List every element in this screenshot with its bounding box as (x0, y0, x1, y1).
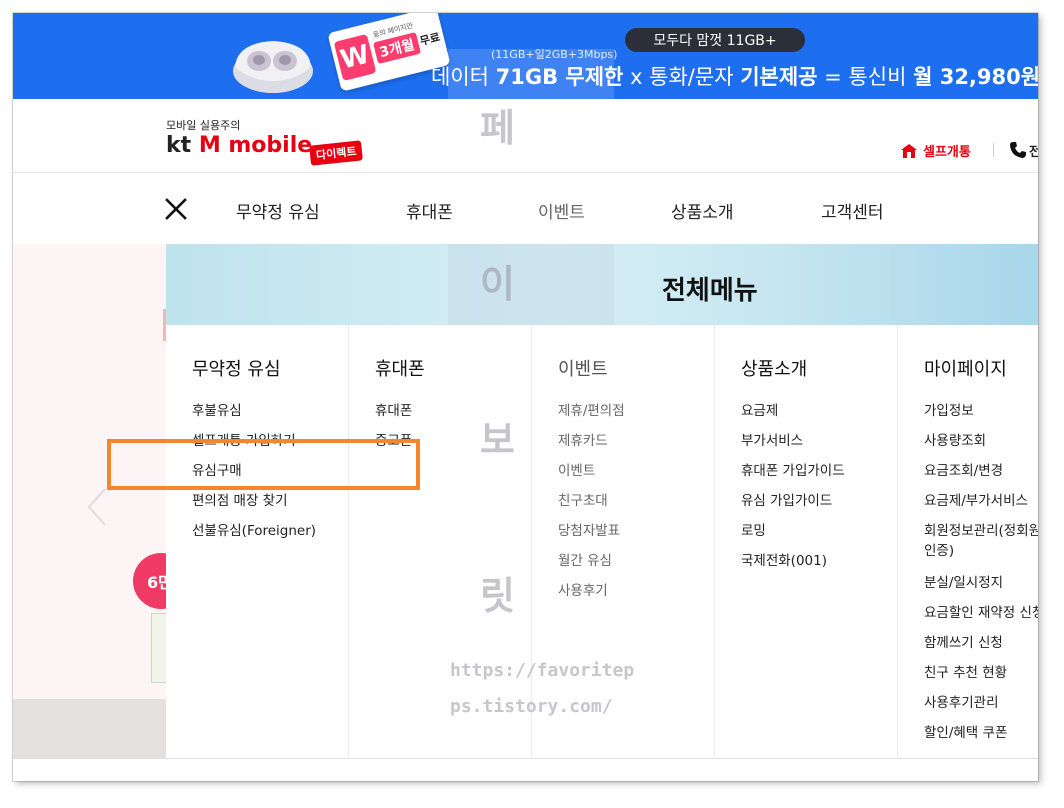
banner-headline: 데이터 71GB 무제한 x 통화/문자 기본제공 = 통신비 월 32,980… (431, 61, 1038, 91)
menu-link[interactable]: 친구 추천 현황 (924, 661, 1007, 681)
watermark-block (448, 244, 614, 325)
self-open-link[interactable]: 셀프개통 (901, 141, 971, 160)
menu-link[interactable]: 휴대폰 가입가이드 (741, 459, 845, 479)
banner-headline-data: 71GB 무제한 (495, 65, 624, 89)
chevron-left-icon[interactable] (85, 483, 109, 531)
menu-link[interactable]: 유심 가입가이드 (741, 489, 832, 509)
promo-card-free: 무료 (418, 30, 442, 49)
highlight-box (107, 439, 420, 490)
menu-link[interactable]: 월간 유심 (558, 549, 612, 569)
phone-label: 전 (1029, 145, 1038, 160)
menu-link[interactable]: 부가서비스 (741, 429, 803, 449)
watermark-char: 이 (480, 262, 515, 306)
menu-col-title[interactable]: 상품소개 (741, 355, 807, 381)
menu-col-title[interactable]: 이벤트 (558, 355, 608, 381)
banner-headline-part: 데이터 (431, 65, 496, 89)
gnb-item-products[interactable]: 상품소개 (671, 198, 734, 223)
watermark-char: 보 (480, 418, 515, 462)
menu-col-title[interactable]: 휴대폰 (375, 355, 425, 381)
menu-link[interactable]: 편의점 매장 찾기 (192, 489, 288, 509)
menu-col-products: 상품소개 요금제 부가서비스 휴대폰 가입가이드 유심 가입가이드 로밍 국제전… (715, 325, 898, 759)
gnb-item-support[interactable]: 고객센터 (821, 198, 884, 223)
watermark-char: 릿 (480, 574, 515, 618)
phone-icon[interactable] (1009, 141, 1027, 159)
menu-link[interactable]: 가입정보 (924, 399, 974, 419)
menu-col-title[interactable]: 무약정 유심 (192, 355, 281, 381)
menu-link[interactable]: 요금제 (741, 399, 778, 419)
menu-link[interactable]: 사용후기 (558, 579, 608, 599)
plan-pill: 모두다 맘껏 11GB+ (625, 28, 805, 52)
self-open-label: 셀프개통 (923, 145, 971, 160)
logo-kt: kt (166, 133, 192, 158)
menu-link[interactable]: 요금조회/변경 (924, 459, 1003, 479)
menu-link[interactable]: 요금제/부가서비스 (924, 489, 1028, 509)
menu-col-phone: 휴대폰 휴대폰 중고폰 (349, 325, 532, 759)
logo-mmobile: M mobile (191, 133, 313, 158)
full-menu-columns: 무약정 유심 후불유심 셀프개통 가입하기 유심구매 편의점 매장 찾기 선불유… (166, 325, 1038, 759)
earbuds-image (233, 41, 313, 93)
menu-link[interactable]: 사용후기관리 (924, 691, 999, 711)
full-menu-title: 전체메뉴 (662, 276, 758, 306)
global-nav: 무약정 유심 휴대폰 이벤트 상품소개 고객센터 (13, 173, 1038, 244)
menu-link-cont[interactable]: 인증) (924, 539, 954, 559)
menu-link[interactable]: 후불유심 (192, 399, 242, 419)
logo-tagline: 모바일 실용주의 (166, 119, 241, 132)
menu-link[interactable]: 할인/혜택 쿠폰 (924, 721, 1007, 741)
home-icon (901, 143, 917, 158)
menu-link[interactable]: 함께쓰기 신청 (924, 631, 1003, 651)
menu-link[interactable]: 이벤트 (558, 459, 595, 479)
menu-col-usim: 무약정 유심 후불유심 셀프개통 가입하기 유심구매 편의점 매장 찾기 선불유… (166, 325, 349, 759)
promo-card-logo: W (333, 33, 377, 81)
menu-col-mypage: 마이페이지 가입정보 사용량조회 요금조회/변경 요금제/부가서비스 회원정보관… (898, 325, 1038, 759)
menu-link[interactable]: 국제전화(001) (741, 549, 827, 569)
menu-link[interactable]: 제휴/편의점 (558, 399, 625, 419)
browser-viewport: W 동의 페이지만 3개월 무료 모두다 맘껏 11GB+ (11GB+일2GB… (13, 13, 1038, 781)
gnb-item-event[interactable]: 이벤트 (538, 198, 585, 223)
menu-link[interactable]: 요금할인 재약정 신청 (924, 601, 1038, 621)
kt-mmobile-logo[interactable]: kt M mobile (166, 133, 312, 158)
menu-col-title[interactable]: 마이페이지 (924, 355, 1007, 381)
watermark-char: 페 (480, 106, 515, 150)
menu-link[interactable]: 선불유심(Foreigner) (192, 519, 316, 539)
banner-headline-part: = 통신비 (817, 65, 914, 89)
menu-link[interactable]: 제휴카드 (558, 429, 608, 449)
menu-link[interactable]: 회원정보관리(정회원 (924, 519, 1038, 539)
watermark-url: ps.tistory.com/ (450, 696, 613, 717)
gnb-item-usim[interactable]: 무약정 유심 (236, 198, 320, 223)
menu-link[interactable]: 당첨자발표 (558, 519, 620, 539)
logo-direct-badge: 다이렉트 (309, 140, 364, 166)
menu-link[interactable]: 분실/일시정지 (924, 571, 1003, 591)
banner-headline-price: 월 32,980원 (913, 65, 1038, 89)
site-header: 모바일 실용주의 kt M mobile 다이렉트 셀프개통 전 (13, 99, 1038, 173)
page-background-footer (13, 699, 166, 759)
menu-link[interactable]: 휴대폰 (375, 399, 412, 419)
menu-link[interactable]: 사용량조회 (924, 429, 986, 449)
menu-col-event: 이벤트 제휴/편의점 제휴카드 이벤트 친구초대 당첨자발표 월간 유심 사용후… (532, 325, 715, 759)
menu-link[interactable]: 친구초대 (558, 489, 608, 509)
watermark-url: https://favoritep (450, 660, 635, 681)
gnb-item-phone[interactable]: 휴대폰 (406, 198, 453, 223)
menu-link[interactable]: 로밍 (741, 519, 766, 539)
close-icon[interactable] (165, 198, 187, 220)
banner-headline-part: x 통화/문자 (623, 65, 741, 89)
promo-banner[interactable]: W 동의 페이지만 3개월 무료 모두다 맘껏 11GB+ (11GB+일2GB… (13, 13, 1038, 99)
banner-headline-basic: 기본제공 (740, 65, 818, 89)
header-divider (993, 143, 994, 157)
